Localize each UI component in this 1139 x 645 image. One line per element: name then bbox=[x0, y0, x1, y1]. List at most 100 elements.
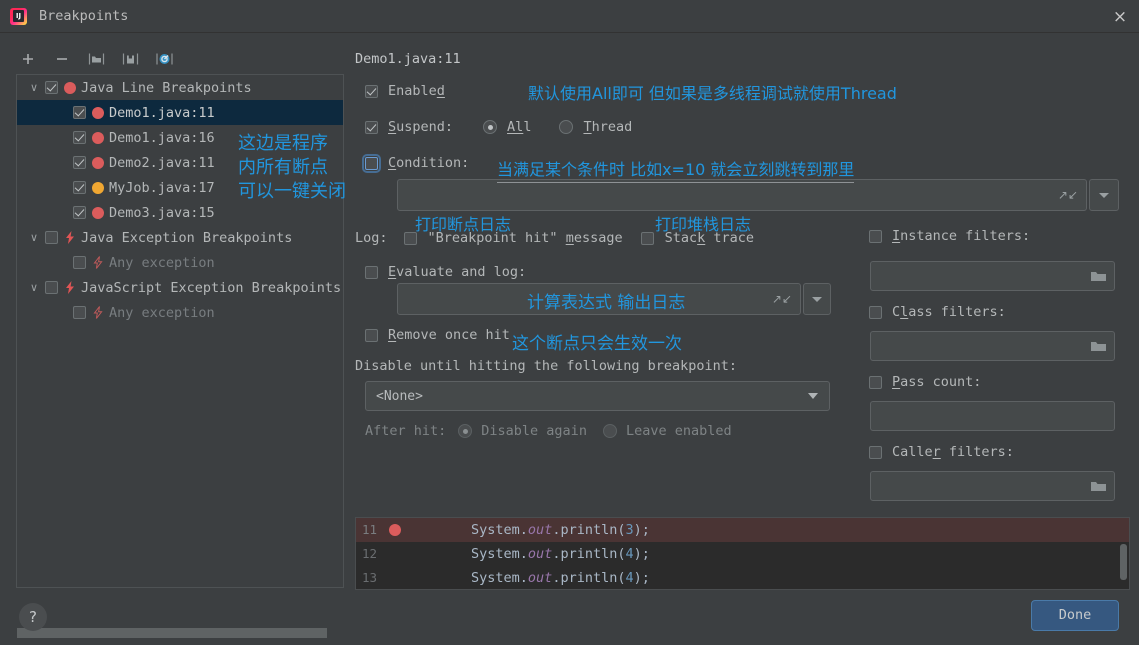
after-hit-disable-again-radio[interactable] bbox=[458, 424, 473, 438]
close-icon[interactable]: × bbox=[1109, 6, 1131, 28]
minus-icon bbox=[57, 58, 67, 60]
suspend-checkbox[interactable] bbox=[365, 120, 378, 134]
tree-row[interactable]: Demo1.java:16 bbox=[17, 125, 343, 150]
move-to-group-button[interactable] bbox=[118, 47, 142, 71]
chevron-down-icon[interactable]: ∨ bbox=[27, 81, 41, 95]
tree-row[interactable]: ∨ JavaScript Exception Breakpoints bbox=[17, 275, 343, 300]
breakpoints-toolbar bbox=[16, 45, 196, 73]
evaluate-and-log-label: Evaluate and log: bbox=[388, 264, 527, 280]
remove-once-hit-checkbox[interactable] bbox=[365, 328, 378, 342]
tree-row[interactable]: ∨ Java Line Breakpoints bbox=[17, 75, 343, 100]
expand-icon[interactable]: ↗↙ bbox=[1058, 188, 1078, 202]
code-gutter[interactable]: 12 bbox=[356, 542, 406, 566]
folder-icon[interactable] bbox=[1090, 269, 1107, 283]
tree-row[interactable]: Demo1.java:11 bbox=[17, 100, 343, 125]
log-stack-trace-checkbox[interactable] bbox=[640, 231, 654, 245]
condition-input[interactable]: ↗↙ bbox=[397, 179, 1087, 211]
enabled-row[interactable]: Enabled bbox=[365, 83, 445, 99]
tree-row[interactable]: Demo3.java:15 bbox=[17, 200, 343, 225]
folder-icon bbox=[88, 53, 104, 65]
code-preview[interactable]: 11 System.out.println(3); 12 System.out.… bbox=[355, 517, 1130, 590]
log-breakpoint-hit-checkbox[interactable] bbox=[403, 231, 417, 245]
add-breakpoint-button[interactable] bbox=[16, 47, 40, 71]
evaluate-and-log-checkbox[interactable] bbox=[365, 265, 378, 279]
chevron-down-icon[interactable]: ∨ bbox=[27, 231, 41, 245]
evaluate-and-log-row[interactable]: Evaluate and log: bbox=[365, 264, 526, 280]
exception-bolt-icon bbox=[93, 306, 103, 319]
suspend-thread-label: Thread bbox=[583, 119, 633, 135]
log-stack-trace-label: Stack trace bbox=[664, 230, 755, 246]
chevron-down-icon[interactable]: ∨ bbox=[27, 281, 41, 295]
code-vertical-scrollbar[interactable] bbox=[1120, 544, 1127, 580]
remove-once-hit-row[interactable]: Remove once hit bbox=[365, 327, 510, 343]
class-filters-input[interactable] bbox=[870, 331, 1115, 361]
expand-icon[interactable]: ↗↙ bbox=[772, 292, 792, 306]
tree-item-checkbox[interactable] bbox=[73, 106, 86, 119]
evaluate-history-dropdown[interactable] bbox=[803, 283, 831, 315]
folder-icon[interactable] bbox=[1090, 339, 1107, 353]
caller-filters-label: Caller filters: bbox=[892, 444, 1014, 460]
caller-filters-checkbox[interactable] bbox=[869, 445, 882, 459]
caller-filters-row[interactable]: Caller filters: bbox=[869, 444, 1014, 460]
evaluate-and-log-input[interactable]: ↗↙ bbox=[397, 283, 801, 315]
plus-icon bbox=[23, 54, 33, 64]
breakpoints-tree[interactable]: ∨ Java Line Breakpoints Demo1.java:11 De… bbox=[16, 74, 344, 588]
tree-item-checkbox[interactable] bbox=[73, 156, 86, 169]
tree-row[interactable]: ∨ Java Exception Breakpoints bbox=[17, 225, 343, 250]
remove-breakpoint-button[interactable] bbox=[50, 47, 74, 71]
breakpoint-dot-icon bbox=[64, 81, 76, 94]
tree-item-checkbox[interactable] bbox=[73, 181, 86, 194]
log-row[interactable]: Log: "Breakpoint hit" message Stack trac… bbox=[355, 230, 754, 246]
condition-checkbox[interactable] bbox=[362, 153, 381, 173]
after-hit-leave-enabled-radio[interactable] bbox=[602, 424, 617, 438]
instance-filters-label: Instance filters: bbox=[892, 228, 1031, 244]
tree-item-checkbox[interactable] bbox=[73, 131, 86, 144]
log-label: Log: bbox=[355, 230, 388, 246]
pass-count-checkbox[interactable] bbox=[869, 375, 882, 389]
tree-item-checkbox[interactable] bbox=[73, 206, 86, 219]
pass-count-row[interactable]: Pass count: bbox=[869, 374, 981, 390]
tree-row[interactable]: Any exception bbox=[17, 300, 343, 325]
tree-row[interactable]: Demo2.java:11 bbox=[17, 150, 343, 175]
tree-row[interactable]: Any exception bbox=[17, 250, 343, 275]
folder-icon[interactable] bbox=[1090, 479, 1107, 493]
enabled-label: Enabled bbox=[388, 83, 445, 99]
breakpoint-dot-icon bbox=[92, 131, 104, 144]
new-group-button[interactable] bbox=[84, 47, 108, 71]
exception-bolt-icon bbox=[66, 231, 74, 244]
tree-item-checkbox[interactable] bbox=[45, 81, 58, 94]
enabled-checkbox[interactable] bbox=[365, 84, 378, 98]
breakpoint-dot-icon[interactable] bbox=[389, 524, 401, 536]
caller-filters-input[interactable] bbox=[870, 471, 1115, 501]
suspend-thread-radio[interactable] bbox=[559, 120, 574, 134]
condition-history-dropdown[interactable] bbox=[1089, 179, 1119, 211]
class-filters-checkbox[interactable] bbox=[869, 305, 882, 319]
pass-count-input[interactable] bbox=[870, 401, 1115, 431]
help-button[interactable]: ? bbox=[19, 603, 47, 631]
tree-item-checkbox[interactable] bbox=[45, 231, 58, 244]
tree-horizontal-scrollbar[interactable] bbox=[17, 628, 343, 638]
tree-item-checkbox[interactable] bbox=[73, 256, 86, 269]
tree-row[interactable]: MyJob.java:17 bbox=[17, 175, 343, 200]
instance-filters-input[interactable] bbox=[870, 261, 1115, 291]
mute-breakpoints-button[interactable] bbox=[152, 47, 176, 71]
chevron-down-icon bbox=[812, 296, 822, 302]
suspend-all-radio[interactable] bbox=[483, 120, 498, 134]
class-filters-row[interactable]: Class filters: bbox=[869, 304, 1006, 320]
code-gutter[interactable]: 11 bbox=[356, 518, 406, 542]
disable-until-combobox[interactable]: <None> bbox=[365, 381, 830, 411]
after-hit-row[interactable]: After hit: Disable again Leave enabled bbox=[365, 423, 732, 439]
condition-row[interactable]: Condition: bbox=[362, 153, 470, 173]
suspend-row[interactable]: Suspend: All Thread bbox=[365, 119, 632, 135]
condition-label: Condition: bbox=[388, 155, 470, 171]
instance-filters-checkbox[interactable] bbox=[869, 229, 882, 243]
code-gutter[interactable]: 13 bbox=[356, 566, 406, 589]
mute-breakpoints-icon bbox=[155, 53, 173, 65]
done-button[interactable]: Done bbox=[1031, 600, 1119, 631]
chevron-down-icon bbox=[808, 393, 818, 399]
scrollbar-thumb[interactable] bbox=[17, 628, 327, 638]
tree-item-checkbox[interactable] bbox=[45, 281, 58, 294]
instance-filters-row[interactable]: Instance filters: bbox=[869, 228, 1030, 244]
suspend-label: Suspend: bbox=[388, 119, 454, 135]
tree-item-checkbox[interactable] bbox=[73, 306, 86, 319]
